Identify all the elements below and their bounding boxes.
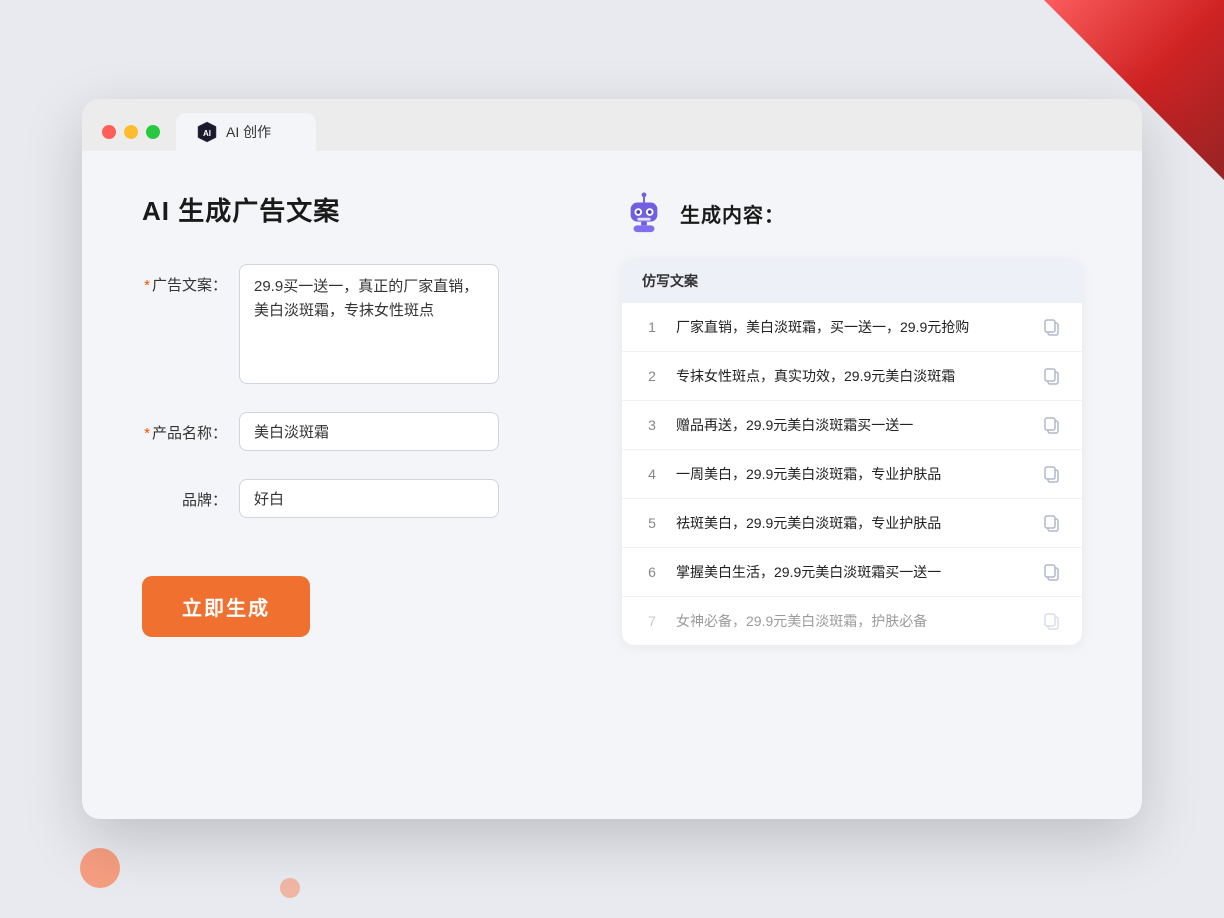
copy-button[interactable] [1042,513,1062,533]
brand-input[interactable] [239,479,499,518]
table-row: 7 女神必备，29.9元美白淡斑霜，护肤必备 [622,597,1082,645]
page-title: AI 生成广告文案 [142,191,562,228]
copy-button[interactable] [1042,464,1062,484]
tab-ai-creation[interactable]: AI AI 创作 [176,113,316,151]
bg-decoration-bottom-left [80,848,120,888]
window-controls [102,125,160,139]
required-star-product: * [144,425,150,442]
copy-button[interactable] [1042,611,1062,631]
brand-group: 品牌： [142,479,562,518]
browser-window: AI AI 创作 AI 生成广告文案 *广告文案： 29.9买一送一，真正的厂家… [82,99,1142,819]
table-row: 4 一周美白，29.9元美白淡斑霜，专业护肤品 [622,450,1082,499]
left-panel: AI 生成广告文案 *广告文案： 29.9买一送一，真正的厂家直销，美白淡斑霜，… [142,191,562,645]
result-title: 生成内容： [680,199,785,228]
required-star-ad: * [144,277,150,294]
ad-copy-group: *广告文案： 29.9买一送一，真正的厂家直销，美白淡斑霜，专抹女性斑点 [142,264,562,384]
browser-content: AI 生成广告文案 *广告文案： 29.9买一送一，真正的厂家直销，美白淡斑霜，… [82,151,1142,695]
bg-decoration-bottom-mid [280,878,300,898]
table-row: 2 专抹女性斑点，真实功效，29.9元美白淡斑霜 [622,352,1082,401]
ad-copy-textarea[interactable]: 29.9买一送一，真正的厂家直销，美白淡斑霜，专抹女性斑点 [239,264,499,384]
table-row: 6 掌握美白生活，29.9元美白淡斑霜买一送一 [622,548,1082,597]
row-text: 厂家直销，美白淡斑霜，买一送一，29.9元抢购 [676,317,1028,337]
row-number: 7 [642,613,662,629]
maximize-button[interactable] [146,125,160,139]
result-header: 生成内容： [622,191,1082,235]
copy-button[interactable] [1042,317,1062,337]
right-panel: 生成内容： 仿写文案 1 厂家直销，美白淡斑霜，买一送一，29.9元抢购 2 专抹女… [622,191,1082,645]
close-button[interactable] [102,125,116,139]
robot-icon [622,191,666,235]
row-text: 祛斑美白，29.9元美白淡斑霜，专业护肤品 [676,513,1028,533]
minimize-button[interactable] [124,125,138,139]
copy-button[interactable] [1042,366,1062,386]
copy-button[interactable] [1042,562,1062,582]
row-number: 3 [642,417,662,433]
row-text: 一周美白，29.9元美白淡斑霜，专业护肤品 [676,464,1028,484]
row-number: 2 [642,368,662,384]
result-table: 仿写文案 1 厂家直销，美白淡斑霜，买一送一，29.9元抢购 2 专抹女性斑点，真实… [622,259,1082,645]
table-row: 1 厂家直销，美白淡斑霜，买一送一，29.9元抢购 [622,303,1082,352]
table-header: 仿写文案 [622,259,1082,303]
product-name-label: *产品名称： [142,412,227,443]
ad-copy-label: *广告文案： [142,264,227,295]
copy-button[interactable] [1042,415,1062,435]
result-rows-container: 1 厂家直销，美白淡斑霜，买一送一，29.9元抢购 2 专抹女性斑点，真实功效，29… [622,303,1082,645]
table-row: 3 赠品再送，29.9元美白淡斑霜买一送一 [622,401,1082,450]
table-row: 5 祛斑美白，29.9元美白淡斑霜，专业护肤品 [622,499,1082,548]
svg-text:AI: AI [203,129,211,138]
product-name-group: *产品名称： [142,412,562,451]
row-number: 4 [642,466,662,482]
row-text: 专抹女性斑点，真实功效，29.9元美白淡斑霜 [676,366,1028,386]
browser-chrome: AI AI 创作 [82,99,1142,151]
row-text: 赠品再送，29.9元美白淡斑霜买一送一 [676,415,1028,435]
row-number: 6 [642,564,662,580]
robot-svg-icon [623,192,665,234]
product-name-input[interactable] [239,412,499,451]
brand-label: 品牌： [142,479,227,510]
generate-button[interactable]: 立即生成 [142,576,310,637]
ai-tab-icon: AI [196,121,218,143]
row-number: 1 [642,319,662,335]
row-text: 女神必备，29.9元美白淡斑霜，护肤必备 [676,611,1028,631]
tab-label: AI 创作 [226,122,271,142]
row-number: 5 [642,515,662,531]
row-text: 掌握美白生活，29.9元美白淡斑霜买一送一 [676,562,1028,582]
